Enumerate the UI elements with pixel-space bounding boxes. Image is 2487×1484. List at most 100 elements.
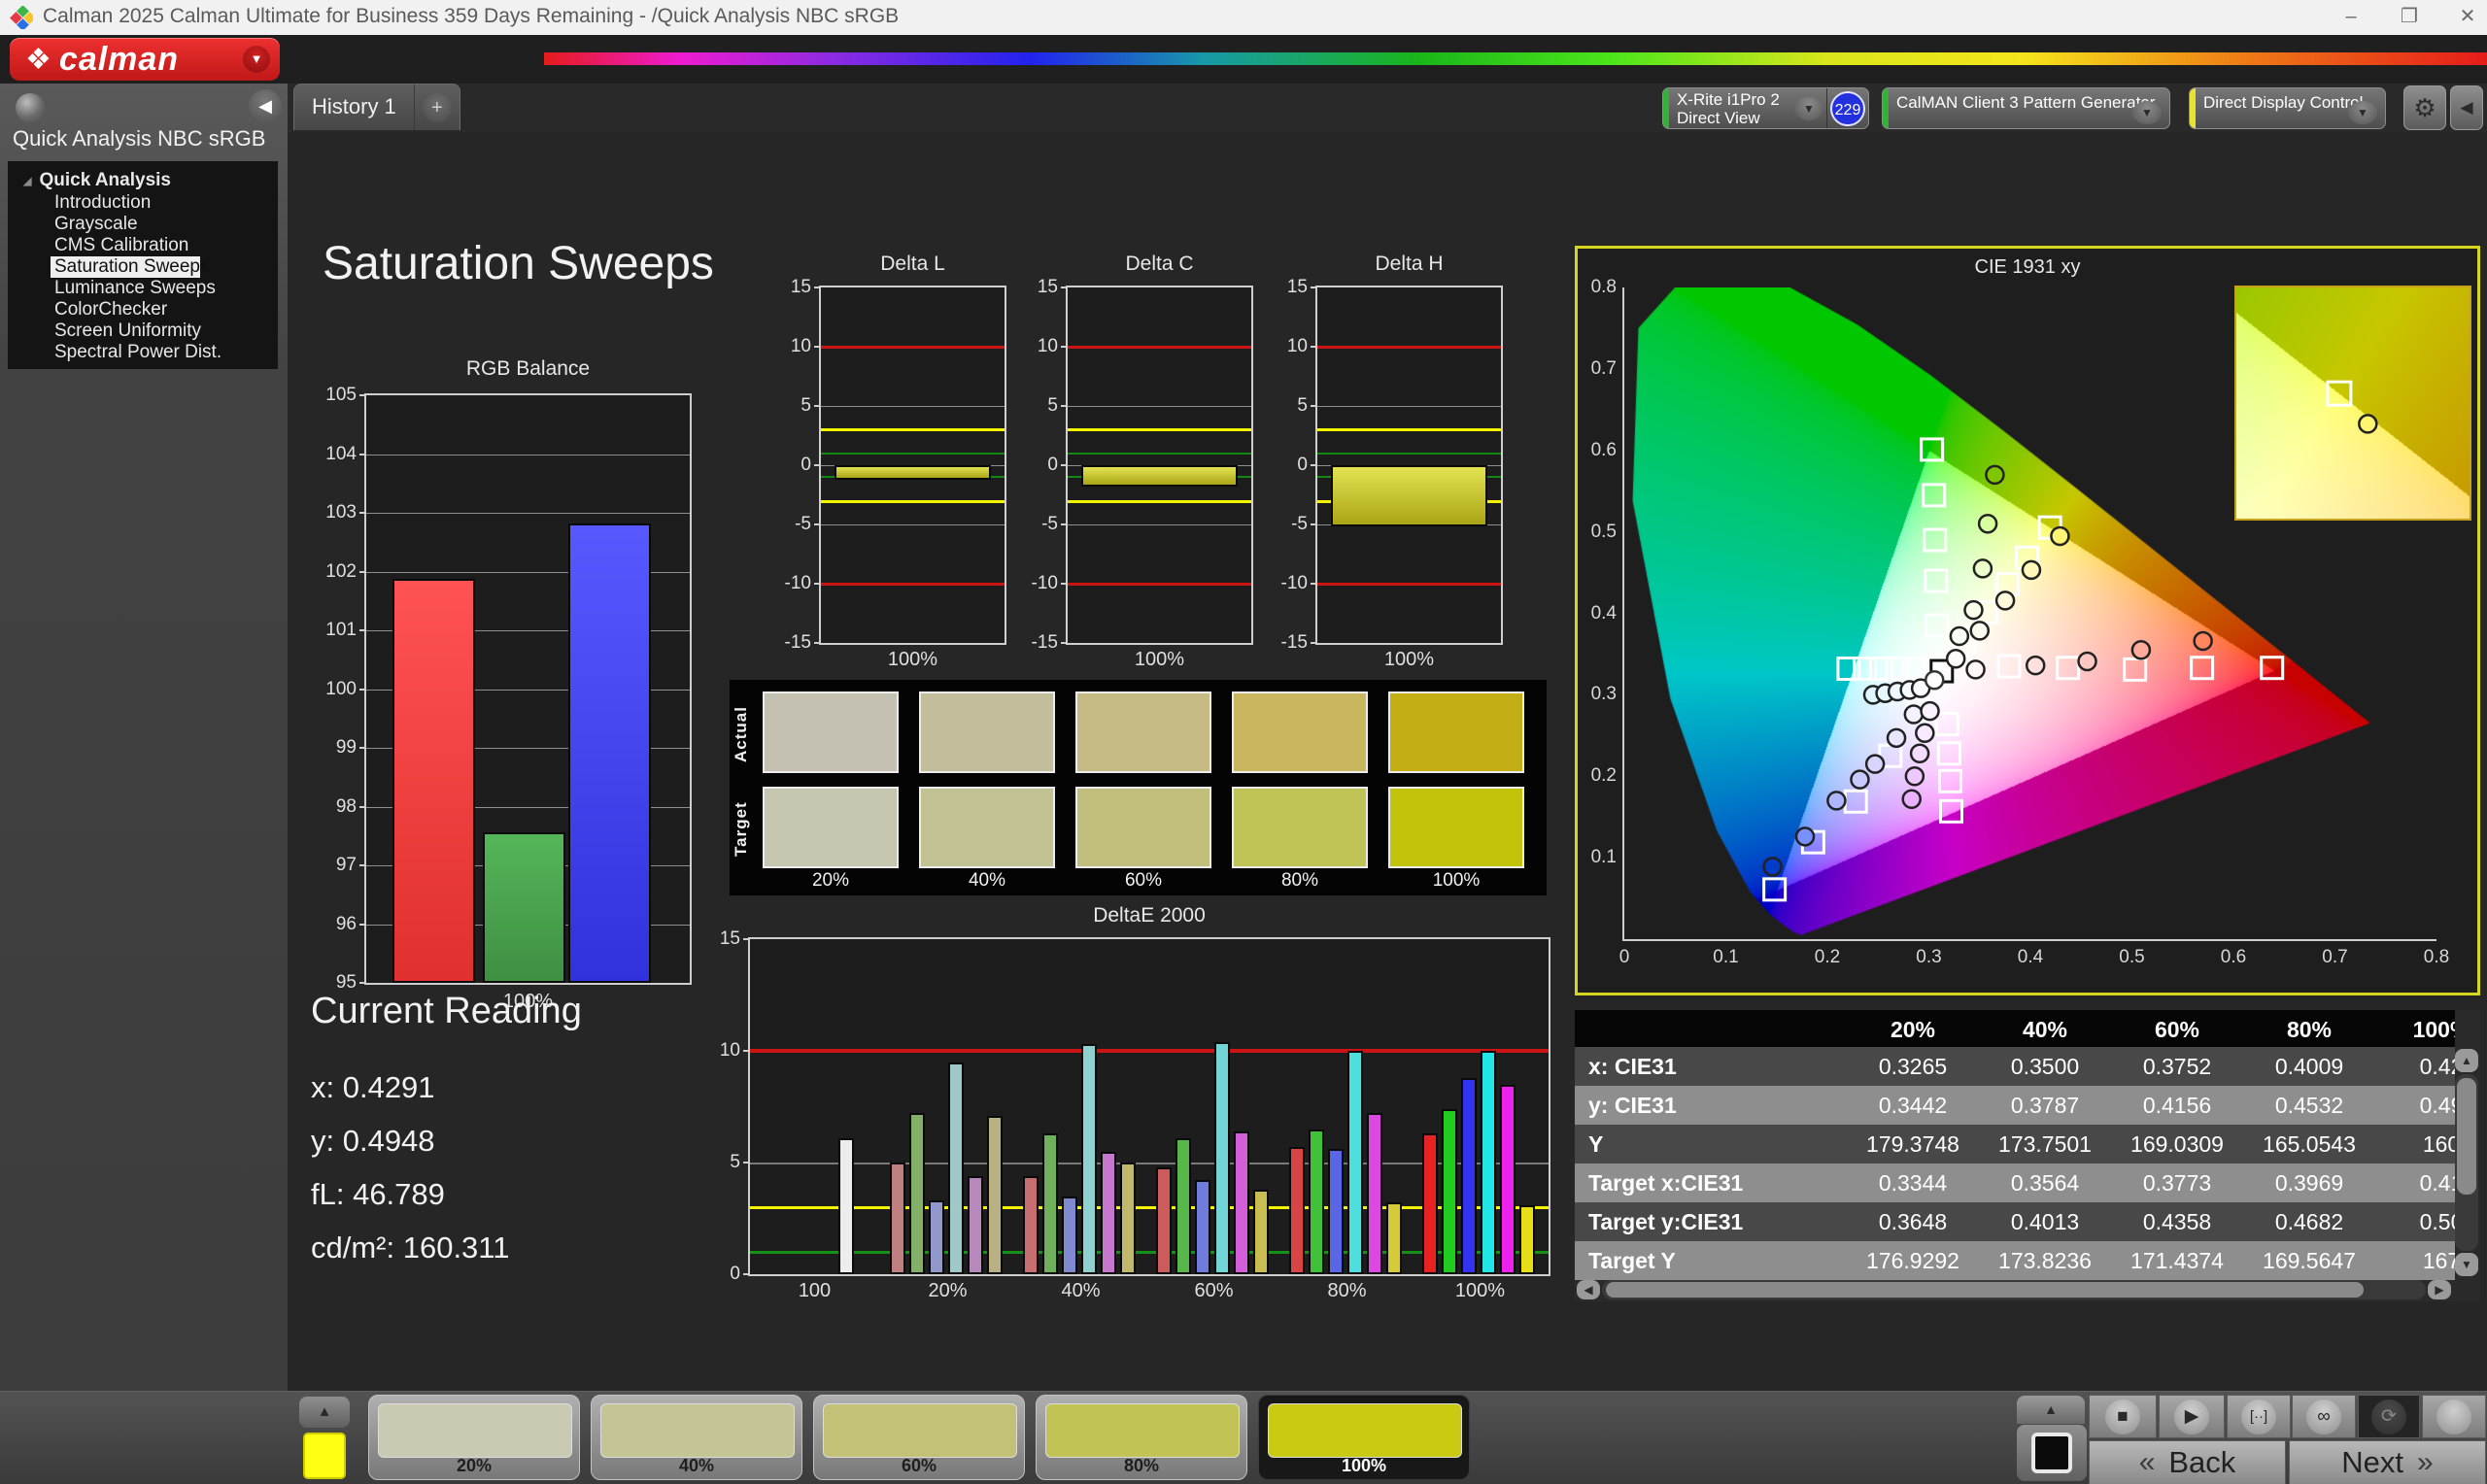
sidebar-item-screen-uniformity[interactable]: Screen Uniformity [8,320,278,342]
y-tick-mark [359,629,366,631]
pattern-button-60%[interactable]: 60% [813,1395,1025,1480]
scroll-up-icon[interactable]: ▲ [2455,1049,2478,1072]
next-button[interactable]: Next » [2289,1440,2486,1484]
expander-icon[interactable]: ◢ [23,175,31,187]
y-tick-label: 0 [1047,455,1058,475]
table-row[interactable]: Target y:CIE31 0.3648 0.4013 0.4358 0.4682 0.… [1575,1202,2455,1241]
table-row[interactable]: Target Y 176.9292 173.8236 171.4374 169.5647… [1575,1241,2455,1280]
chevron-down-icon[interactable]: ▼ [243,46,270,73]
close-icon[interactable]: ✕ [2440,0,2487,33]
sidebar-item-introduction[interactable]: Introduction [8,192,278,214]
chevron-down-icon[interactable]: ▼ [2132,101,2162,124]
sidebar-item-cms-calibration[interactable]: CMS Calibration [8,235,278,256]
deltae-bar [1442,1108,1457,1274]
restore-icon[interactable]: ❐ [2382,0,2436,33]
y-tick-mark [1311,464,1317,466]
y-tick-mark [814,287,821,288]
sidebar-item-luminance-sweeps[interactable]: Luminance Sweeps [8,278,278,299]
y-tick-label: 5 [801,395,811,416]
add-tab-button[interactable]: + [415,84,460,130]
deltae-bar [1214,1041,1230,1274]
transport-up-button[interactable]: ▲ [2017,1396,2085,1424]
y-tick-label: 0.3 [1590,684,1617,705]
h-scroll-thumb[interactable] [1606,1282,2364,1298]
white-measured-marker [1924,670,1945,691]
y-tick-label: 0.7 [1590,357,1617,379]
swatch-column-label: 100% [1432,870,1481,891]
deltae-bar [1328,1149,1344,1274]
tree-root-quick-analysis[interactable]: ◢ Quick Analysis [8,169,278,192]
sidebar-item-grayscale[interactable]: Grayscale [8,214,278,235]
pattern-button-80%[interactable]: 80% [1036,1395,1247,1480]
deltae-bar [909,1113,925,1274]
sidebar-collapse-icon[interactable]: ◀ [249,89,282,122]
toolbar-collapse-button[interactable]: ◀ [2450,85,2483,130]
deltae-bar [1042,1133,1058,1274]
y-tick-label: 5 [730,1152,740,1172]
y-tick-mark [359,453,366,455]
y-tick-label: 0.6 [1590,439,1617,460]
target-marker [1924,568,1949,593]
pattern-button-100%[interactable]: 100% [1258,1395,1470,1480]
tab-row: History 1 + X-Rite i1Pro 2 Direct View ▼ … [288,84,2487,132]
refresh-button[interactable]: ⟳ [2358,1395,2420,1438]
y-tick-mark [1061,287,1068,288]
actual-swatch-20% [763,691,899,773]
scroll-right-icon[interactable]: ▶ [2428,1280,2451,1299]
measured-marker [1909,743,1930,764]
swatch-column-label: 20% [811,870,850,891]
measured-marker [1972,558,1993,579]
back-button[interactable]: « Back [2089,1440,2286,1484]
pattern-swatch [378,1403,572,1458]
current-pattern-swatch[interactable] [303,1433,346,1479]
table-row[interactable]: x: CIE31 0.3265 0.3500 0.3752 0.4009 0.42 [1575,1047,2455,1086]
pattern-window-button[interactable] [2017,1425,2087,1481]
v-scroll-thumb[interactable] [2457,1078,2476,1195]
sidebar-orb-button[interactable] [16,93,45,122]
extra-button[interactable] [2422,1395,2486,1438]
stop-button[interactable]: ■ [2089,1395,2157,1438]
sidebar-item-colorchecker[interactable]: ColorChecker [8,299,278,320]
pattern-button-40%[interactable]: 40% [591,1395,802,1480]
calman-menu-button[interactable]: ❖ calman ▼ [10,38,280,81]
chevron-down-icon[interactable]: ▼ [2348,101,2377,124]
chevron-down-icon[interactable]: ▼ [1794,97,1823,120]
target-marker [1901,657,1926,682]
meter-dropdown[interactable]: X-Rite i1Pro 2 Direct View ▼ 229 [1662,87,1869,129]
target-swatch-20% [763,787,899,868]
target-marker [1937,768,1962,793]
scroll-down-icon[interactable]: ▼ [2455,1253,2478,1276]
minimize-icon[interactable]: – [2324,0,2378,33]
y-tick-mark [814,523,821,525]
deltae-bar [1195,1180,1210,1274]
table-row[interactable]: Y 179.3748 173.7501 169.0309 165.0543 160 [1575,1125,2455,1164]
cell-value: 169.0309 [2130,1131,2224,1157]
cell-value: 160 [2422,1131,2455,1157]
limit-line-red [750,1049,1549,1053]
sidebar-item-saturation-sweeps[interactable]: Saturation Sweeps [51,256,210,278]
table-row[interactable]: Target x:CIE31 0.3344 0.3564 0.3773 0.3969 0.… [1575,1164,2455,1202]
deltae-bar [1253,1189,1269,1274]
play-button[interactable]: ▶ [2159,1395,2225,1438]
pattern-generator-dropdown[interactable]: CalMAN Client 3 Pattern Generator ▼ [1882,87,2170,129]
deltae-bar [1481,1051,1496,1274]
pattern-button-20%[interactable]: 20% [368,1395,580,1480]
pattern-up-button[interactable]: ▲ [299,1397,350,1428]
settings-button[interactable]: ⚙ [2403,85,2446,130]
tab-history-1[interactable]: History 1 [294,84,415,130]
scroll-left-icon[interactable]: ◀ [1577,1280,1600,1299]
table-row[interactable]: y: CIE31 0.3442 0.3787 0.4156 0.4532 0.49 [1575,1086,2455,1125]
continuous-button[interactable]: ∞ [2292,1395,2356,1438]
sidebar-item-spectral-power-dist[interactable]: Spectral Power Dist. [8,342,278,363]
cie-1931-panel[interactable]: CIE 1931 xy 0 0.1 0.2 0.3 0.4 0.5 0.6 0.7 0.8 0.1… [1575,246,2480,995]
y-tick-label: -5 [1291,514,1308,534]
cie-zoom-inset [2234,286,2471,521]
row-label: Y [1588,1131,1604,1157]
gridline [366,513,690,514]
deltae-x-label: 20% [928,1280,968,1301]
y-tick-label: 0.1 [1590,847,1617,868]
step-button[interactable]: [··] [2227,1395,2291,1438]
row-label: x: CIE31 [1588,1054,1677,1079]
deltae-bar [1386,1202,1402,1274]
display-control-dropdown[interactable]: Direct Display Control ▼ [2189,87,2386,129]
